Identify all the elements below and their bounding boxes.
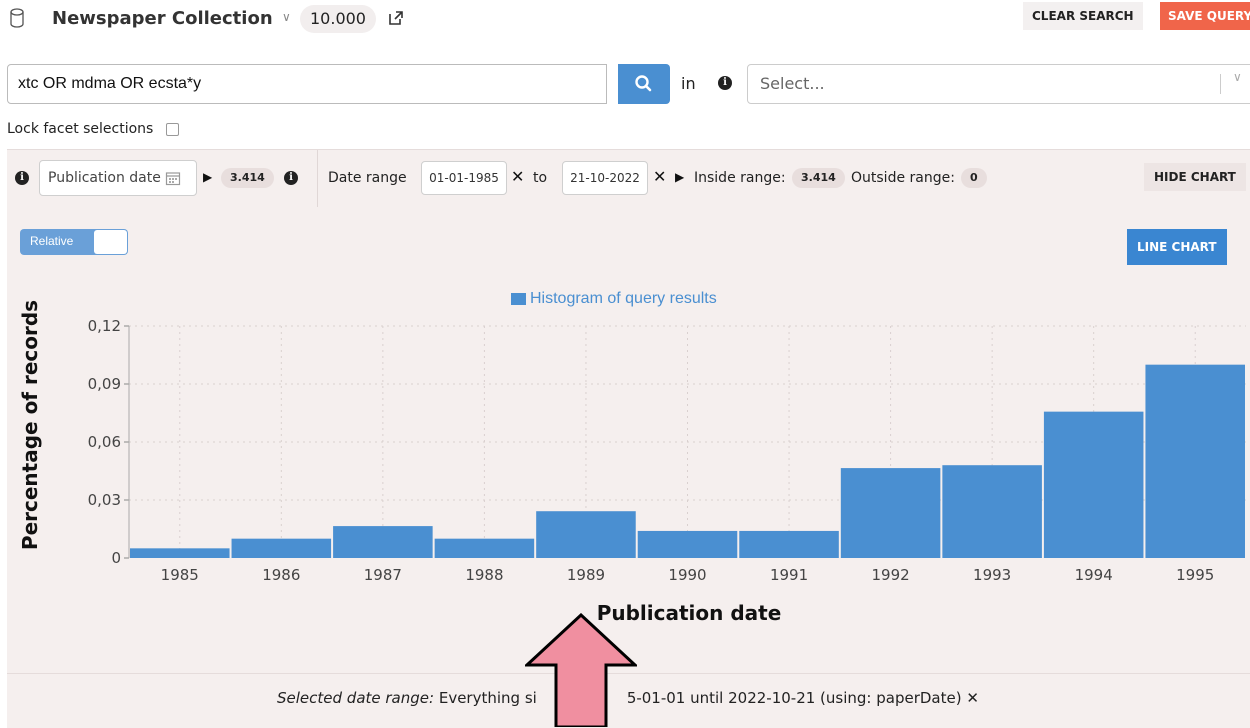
date-range-label: Date range — [328, 170, 407, 186]
bar-1986[interactable] — [231, 538, 332, 558]
legend-swatch — [511, 293, 526, 305]
x-tick-label: 1986 — [262, 566, 300, 584]
play-icon: ▶ — [675, 170, 685, 184]
y-tick-label: 0,06 — [88, 433, 121, 451]
x-tick-label: 1994 — [1075, 566, 1113, 584]
collection-count-badge: 10.000 — [300, 5, 376, 33]
x-tick-label: 1992 — [871, 566, 909, 584]
top-bar: Newspaper Collection ∨ 10.000 CLEAR SEAR… — [0, 0, 1250, 40]
arrow-up-icon — [525, 613, 637, 727]
search-icon — [635, 75, 652, 92]
facet-count-badge: 3.414 — [221, 168, 274, 188]
y-tick-label: 0,09 — [88, 375, 121, 393]
bar-1985[interactable] — [130, 548, 230, 558]
search-input[interactable]: xtc OR mdma OR ecsta*y — [7, 64, 607, 104]
legend-label: Histogram of query results — [530, 290, 717, 307]
bar-1990[interactable] — [637, 530, 738, 558]
to-label: to — [533, 170, 548, 186]
save-query-button[interactable]: SAVE QUERY — [1160, 2, 1250, 30]
x-tick-label: 1990 — [668, 566, 706, 584]
search-row: xtc OR mdma OR ecsta*y in i Select... ∨ — [0, 64, 1250, 106]
info-icon[interactable]: i — [718, 76, 732, 90]
chart-panel: Relative LINE CHART 0 0,03 0,06 0,09 0,12 198… — [7, 207, 1250, 673]
search-button[interactable] — [618, 64, 670, 104]
hide-chart-button[interactable]: HIDE CHART — [1144, 163, 1246, 191]
y-tick-label: 0,03 — [88, 491, 121, 509]
bar-1995[interactable] — [1145, 364, 1245, 558]
field-select[interactable]: Select... — [747, 64, 1250, 104]
x-tick-label: 1993 — [973, 566, 1011, 584]
bar-1992[interactable] — [840, 468, 941, 558]
facet-separator — [317, 150, 318, 207]
clear-to-icon[interactable]: ✕ — [653, 167, 666, 186]
date-from-input[interactable]: 01-01-1985 — [421, 161, 507, 195]
clear-range-icon[interactable]: ✕ — [966, 689, 979, 707]
selected-range-before: Everything si — [438, 689, 537, 707]
x-tick-label: 1995 — [1176, 566, 1214, 584]
publication-date-label: Publication date — [48, 170, 161, 186]
inside-range-badge: 3.414 — [792, 168, 845, 188]
inside-range-label: Inside range: — [694, 170, 786, 186]
select-separator — [1220, 74, 1221, 94]
calendar-icon — [165, 172, 181, 186]
lock-facet-label: Lock facet selections — [7, 121, 154, 137]
in-label: in — [681, 74, 696, 93]
bar-1988[interactable] — [434, 538, 535, 558]
histogram-chart: 0 0,03 0,06 0,09 0,12 1985 1986 1987 1988 1989 199… — [18, 290, 1246, 625]
facet-bar: i Publication date ▶ 3.414 i Date range … — [7, 149, 1250, 207]
selected-range-after: 5-01-01 until 2022-10-21 (using: paperDa… — [626, 689, 962, 707]
x-tick-label: 1987 — [364, 566, 402, 584]
collection-title[interactable]: Newspaper Collection — [52, 8, 273, 29]
clear-from-icon[interactable]: ✕ — [511, 167, 524, 186]
selected-range-label: Selected date range: — [277, 689, 435, 707]
y-axis-title: Percentage of records — [18, 300, 42, 550]
outside-range-label: Outside range: — [851, 170, 955, 186]
lock-facet-row: Lock facet selections — [7, 121, 179, 137]
y-tick-label: 0 — [111, 549, 121, 567]
info-icon[interactable]: i — [15, 171, 29, 185]
database-icon — [10, 8, 24, 28]
play-icon: ▶ — [203, 170, 213, 184]
clear-search-button[interactable]: CLEAR SEARCH — [1023, 2, 1143, 30]
outside-range-badge: 0 — [961, 168, 987, 188]
date-to-input[interactable]: 21-10-2022 — [562, 161, 648, 195]
bar-1989[interactable] — [536, 511, 636, 558]
publication-date-field[interactable]: Publication date — [39, 160, 197, 196]
bar-1987[interactable] — [333, 526, 433, 558]
chevron-down-icon[interactable]: ∨ — [1233, 70, 1242, 84]
y-tick-label: 0,12 — [88, 317, 121, 335]
search-query-text: xtc OR mdma OR ecsta*y — [18, 75, 202, 92]
bar-1994[interactable] — [1043, 411, 1144, 558]
x-tick-label: 1988 — [465, 566, 503, 584]
external-link-icon[interactable] — [388, 10, 404, 26]
x-tick-label: 1991 — [770, 566, 808, 584]
bar-1993[interactable] — [942, 465, 1042, 558]
field-select-placeholder: Select... — [760, 74, 825, 93]
info-icon[interactable]: i — [284, 171, 298, 185]
x-tick-label: 1985 — [161, 566, 199, 584]
lock-facet-checkbox[interactable] — [165, 122, 179, 136]
x-tick-label: 1989 — [567, 566, 605, 584]
bar-1991[interactable] — [739, 530, 839, 558]
chevron-down-icon[interactable]: ∨ — [282, 10, 291, 24]
